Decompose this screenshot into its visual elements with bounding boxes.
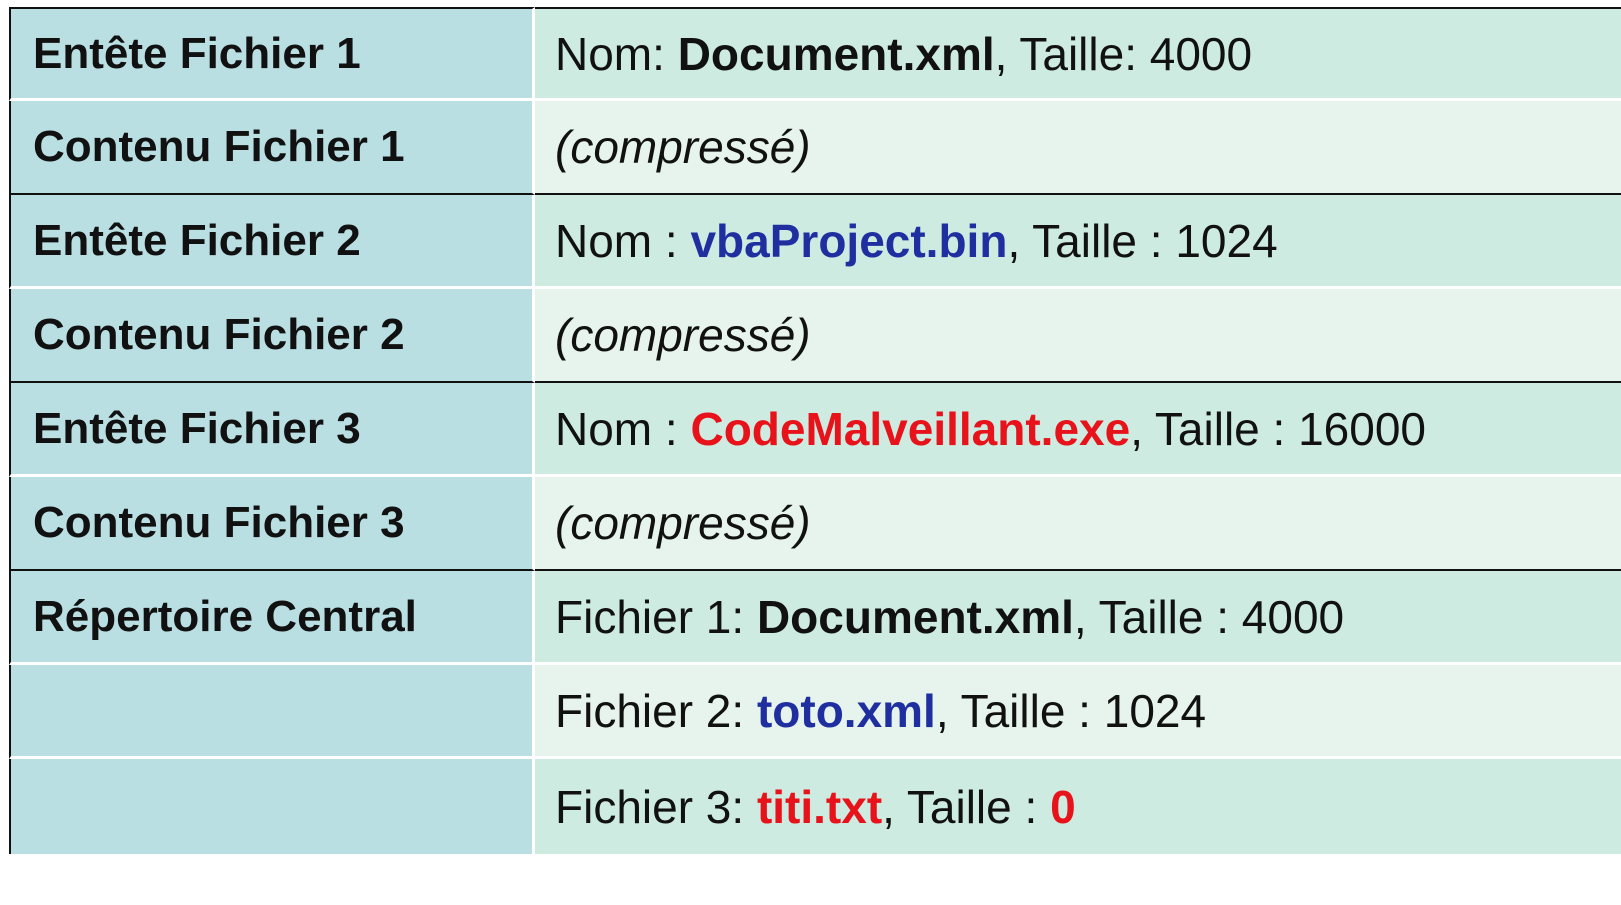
row-label: Entête Fichier 2	[9, 195, 535, 289]
row-value: (compressé)	[535, 289, 1621, 383]
row-label	[9, 759, 535, 854]
table-row: Contenu Fichier 2 (compressé)	[9, 289, 1621, 383]
table-row: Fichier 2: toto.xml, Taille : 1024	[9, 665, 1621, 759]
row-label: Entête Fichier 1	[9, 7, 535, 101]
file-size: 0	[1050, 780, 1076, 833]
table-row: Fichier 3: titi.txt, Taille : 0	[9, 759, 1621, 854]
value-prefix: Nom :	[555, 402, 691, 455]
row-value: Nom: Document.xml, Taille: 4000	[535, 7, 1621, 101]
row-value: Nom : CodeMalveillant.exe, Taille : 1600…	[535, 383, 1621, 477]
row-label: Répertoire Central	[9, 571, 535, 665]
zip-structure-table: Entête Fichier 1 Nom: Document.xml, Tail…	[9, 7, 1621, 854]
row-label: Entête Fichier 3	[9, 383, 535, 477]
table-row: Entête Fichier 3 Nom : CodeMalveillant.e…	[9, 383, 1621, 477]
row-value: Nom : vbaProject.bin, Taille : 1024	[535, 195, 1621, 289]
value-prefix: Nom:	[555, 27, 678, 80]
table-row: Entête Fichier 2 Nom : vbaProject.bin, T…	[9, 195, 1621, 289]
row-value: Fichier 3: titi.txt, Taille : 0	[535, 759, 1621, 854]
row-value: (compressé)	[535, 477, 1621, 571]
row-label: Contenu Fichier 1	[9, 101, 535, 195]
file-name: vbaProject.bin	[690, 214, 1008, 267]
row-label: Contenu Fichier 3	[9, 477, 535, 571]
row-label	[9, 665, 535, 759]
file-name: toto.xml	[756, 684, 936, 737]
table-row: Contenu Fichier 3 (compressé)	[9, 477, 1621, 571]
value-suffix: , Taille : 16000	[1130, 402, 1426, 455]
row-label: Contenu Fichier 2	[9, 289, 535, 383]
value-suffix: , Taille : 1024	[1007, 214, 1278, 267]
file-name: titi.txt	[756, 780, 883, 833]
table-row: Répertoire Central Fichier 1: Document.x…	[9, 571, 1621, 665]
file-name: CodeMalveillant.exe	[690, 402, 1131, 455]
row-value: Fichier 1: Document.xml, Taille : 4000	[535, 571, 1621, 665]
row-value: Fichier 2: toto.xml, Taille : 1024	[535, 665, 1621, 759]
value-prefix: Fichier 1:	[555, 590, 757, 643]
value-suffix: , Taille: 4000	[994, 27, 1253, 80]
file-name: Document.xml	[677, 27, 995, 80]
value-suffix: , Taille : 4000	[1073, 590, 1345, 643]
value-prefix: Nom :	[555, 214, 691, 267]
value-suffix: , Taille : 1024	[935, 684, 1207, 737]
table-row: Contenu Fichier 1 (compressé)	[9, 101, 1621, 195]
file-name: Document.xml	[756, 590, 1074, 643]
value-suffix: , Taille :	[882, 780, 1051, 833]
table-row: Entête Fichier 1 Nom: Document.xml, Tail…	[9, 7, 1621, 101]
value-prefix: Fichier 2:	[555, 684, 757, 737]
row-value: (compressé)	[535, 101, 1621, 195]
value-prefix: Fichier 3:	[555, 780, 757, 833]
